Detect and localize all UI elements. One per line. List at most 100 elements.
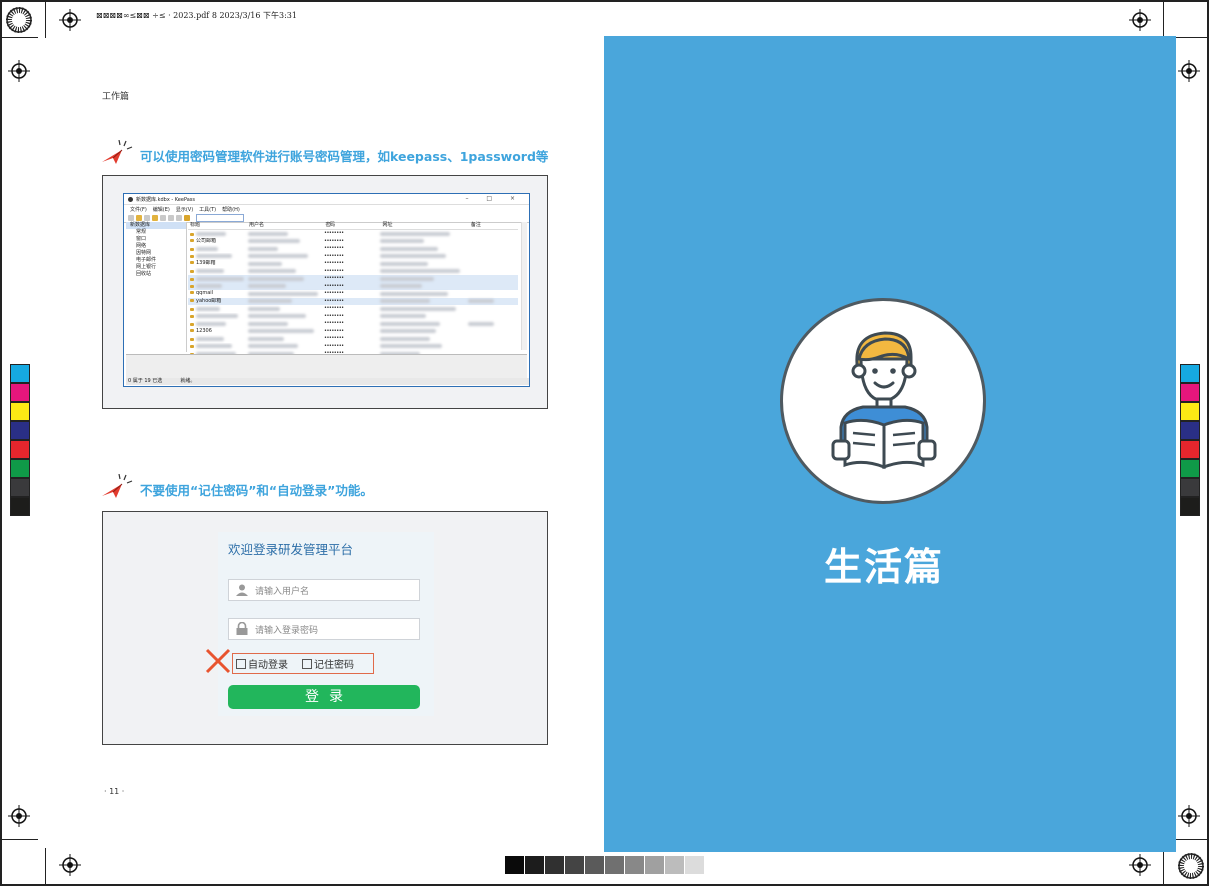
entry-password: •••••••• — [324, 275, 344, 281]
copy-user-icon[interactable] — [160, 214, 166, 221]
entry-username — [248, 305, 324, 313]
redacted-text — [380, 246, 438, 251]
redacted-text — [248, 276, 304, 281]
tree-item[interactable]: 窗口 — [126, 236, 186, 243]
entry-row[interactable]: •••••••• — [188, 335, 518, 343]
entry-row[interactable]: 公司邮箱 •••••••• — [188, 238, 518, 246]
tree-item[interactable]: 电子邮件 — [126, 257, 186, 264]
section-label: 工作篇 — [102, 92, 130, 102]
keepass-titlebar: 新数据库.kdbx - KeePass – □ × — [124, 194, 529, 205]
remember-password-checkbox[interactable]: 记住密码 — [302, 656, 354, 671]
tree-item[interactable]: 因特网 — [126, 250, 186, 257]
registration-mark-icon — [8, 805, 30, 827]
tree-item[interactable]: 回收站 — [126, 271, 186, 278]
entry-row[interactable]: 12306 •••••••• — [188, 328, 518, 336]
color-swatch — [1180, 402, 1200, 421]
entry-row[interactable]: •••••••• — [188, 282, 518, 290]
add-entry-icon[interactable] — [152, 214, 158, 221]
col-notes[interactable]: 备注 — [469, 222, 518, 229]
tree-item[interactable]: 新数据库 — [126, 222, 186, 229]
entry-password: •••••••• — [324, 297, 344, 304]
gray-swatch — [565, 856, 584, 874]
registration-mark-icon — [59, 9, 81, 31]
crop-mark — [45, 848, 46, 886]
menu-view[interactable]: 显示(V) — [176, 206, 193, 213]
new-icon[interactable] — [128, 214, 134, 221]
menu-tools[interactable]: 工具(T) — [199, 206, 216, 213]
pointer-arrow-icon — [100, 473, 134, 504]
gray-swatch — [585, 856, 604, 874]
entry-row[interactable]: •••••••• — [188, 343, 518, 351]
entry-notes — [468, 313, 516, 321]
entry-notes — [468, 305, 516, 313]
menu-edit[interactable]: 编辑(E) — [153, 206, 170, 213]
entry-row[interactable]: •••••••• — [188, 230, 518, 238]
entry-title — [188, 305, 248, 313]
col-username[interactable]: 用户名 — [247, 222, 324, 229]
entry-notes — [468, 290, 516, 298]
lock-icon[interactable] — [184, 214, 190, 221]
menu-help[interactable]: 帮助(H) — [222, 206, 240, 213]
entry-url — [380, 320, 468, 328]
redacted-text — [380, 329, 436, 333]
save-icon[interactable] — [144, 214, 150, 221]
entry-row[interactable]: •••••••• — [188, 313, 518, 321]
open-icon[interactable] — [136, 214, 142, 221]
entry-list-scrollbar[interactable] — [521, 222, 527, 350]
entry-notes — [468, 253, 516, 261]
entry-url — [380, 313, 468, 321]
col-title[interactable]: 标题 — [188, 222, 247, 229]
entry-row[interactable]: •••••••• — [188, 275, 518, 283]
entry-row[interactable]: •••••••• — [188, 268, 518, 276]
entry-row[interactable]: •••••••• — [188, 320, 518, 328]
entry-row[interactable]: qqmail •••••••• — [188, 290, 518, 298]
redacted-text — [248, 239, 300, 243]
gray-swatch — [625, 856, 644, 874]
entry-row[interactable]: •••••••• — [188, 245, 518, 253]
entry-rows: •••••••• 公司邮箱 •••••••• •••••••• •••••••• 139邮… — [188, 230, 518, 358]
entry-password: •••••••• — [324, 267, 344, 274]
entry-title: 公司邮箱 — [188, 238, 248, 246]
password-input[interactable]: 请输入登录密码 — [228, 618, 420, 640]
entry-username — [248, 238, 324, 246]
key-icon — [190, 315, 194, 318]
tree-item[interactable]: 网上银行 — [126, 264, 186, 271]
entry-list: 标题 用户名 密码 网址 备注 •••••••• 公司邮箱 •••••••• ••••… — [188, 222, 518, 356]
gray-swatch — [545, 856, 564, 874]
username-input[interactable]: 请输入用户名 — [228, 579, 420, 601]
gray-swatch — [645, 856, 664, 874]
redacted-text — [248, 321, 288, 326]
auto-login-checkbox[interactable]: 自动登录 — [236, 656, 288, 671]
redacted-text — [248, 284, 286, 288]
entry-url — [380, 290, 468, 298]
tree-item[interactable]: 网络 — [126, 243, 186, 250]
redacted-text — [380, 306, 456, 311]
copy-password-icon[interactable] — [168, 214, 174, 221]
quick-search-input[interactable] — [196, 213, 244, 222]
entry-row[interactable]: yahoo邮箱 •••••••• — [188, 297, 518, 305]
page-border — [0, 0, 1209, 2]
entry-row[interactable]: 139邮箱 •••••••• — [188, 260, 518, 268]
login-button[interactable]: 登录 — [228, 685, 420, 709]
entry-row[interactable]: •••••••• — [188, 253, 518, 261]
redacted-text — [196, 269, 224, 273]
search-icon[interactable] — [176, 214, 182, 221]
color-swatch — [1180, 497, 1200, 516]
redacted-text — [380, 291, 448, 296]
checkbox-icon — [236, 658, 246, 669]
keepass-menubar: 文件(F) 编辑(E) 显示(V) 工具(T) 帮助(H) — [124, 205, 529, 213]
key-icon — [190, 307, 194, 311]
key-icon — [190, 232, 194, 236]
reading-boy-icon — [831, 331, 937, 470]
menu-file[interactable]: 文件(F) — [130, 206, 147, 213]
tree-item[interactable]: 常规 — [126, 229, 186, 236]
redacted-text — [196, 284, 222, 288]
col-password[interactable]: 密码 — [324, 222, 381, 229]
entry-row[interactable]: •••••••• — [188, 305, 518, 313]
entry-title — [188, 268, 248, 276]
color-swatch — [1180, 440, 1200, 459]
col-url[interactable]: 网址 — [381, 222, 469, 229]
window-controls[interactable]: – □ × — [465, 195, 523, 202]
checkbox-icon — [302, 658, 312, 669]
entry-username — [248, 313, 324, 321]
